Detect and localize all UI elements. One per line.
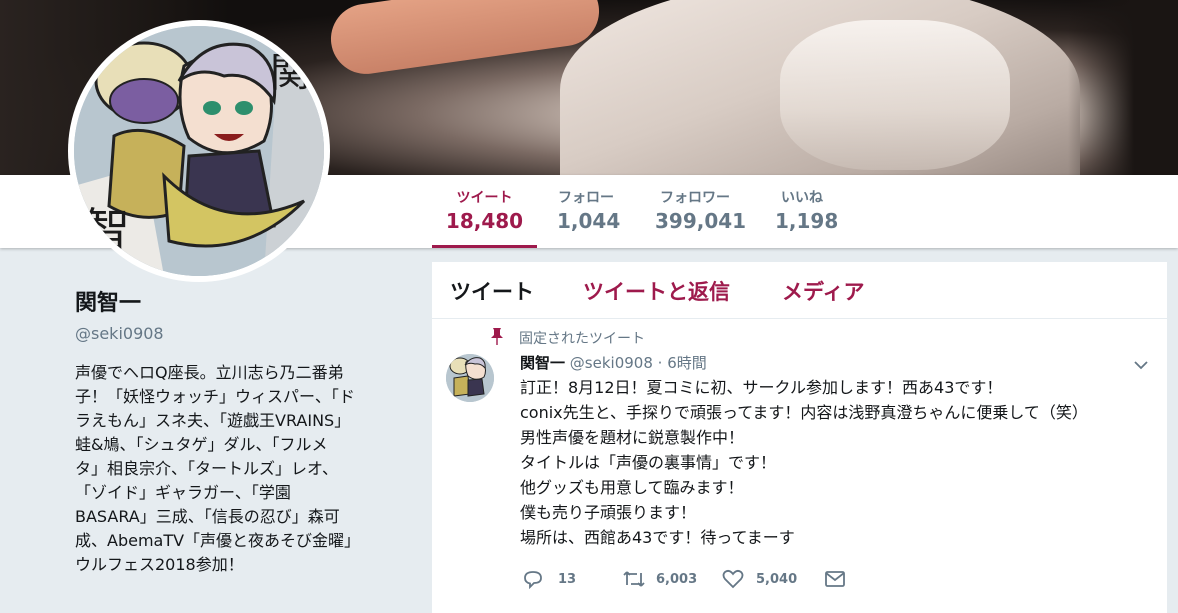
profile-card: 関智一 @seki0908 声優でヘロQ座長。立川志ら乃二番弟 子！「妖怪ウォッ… bbox=[75, 290, 395, 577]
tweet-line: conix先生と、手探りで頑張ってます！内容は浅野真澄ちゃんに便乗して（笑） bbox=[520, 403, 1088, 422]
tweet-line: 他グッズも用意して臨みます！ bbox=[520, 478, 744, 497]
tweet-time[interactable]: 6時間 bbox=[667, 354, 707, 372]
pinned-tweet[interactable]: 固定されたツイート 関智一 @seki0908 · 6時間 訂正！8月12日！夏… bbox=[432, 319, 1167, 613]
message-button[interactable] bbox=[824, 567, 846, 591]
bio-line: BASARA」三成、「信長の忍び」森可 bbox=[75, 507, 340, 526]
bio-line: タ」相良宗介、「タートルズ」レオ、 bbox=[75, 459, 339, 478]
profile-bio: 声優でヘロQ座長。立川志ら乃二番弟 子！「妖怪ウォッチ」ウィスパー、「ド ラえも… bbox=[75, 361, 393, 577]
stat-likes[interactable]: いいね 1,198 bbox=[763, 175, 841, 248]
retweet-count: 6,003 bbox=[656, 571, 698, 587]
stat-likes-value: 1,198 bbox=[775, 209, 839, 233]
stat-following[interactable]: フォロー 1,044 bbox=[545, 175, 627, 248]
profile-avatar[interactable]: 関 智 bbox=[68, 20, 330, 282]
bio-line: ラえもん」スネ夫、「遊戯王VRAINS」 bbox=[75, 411, 351, 430]
bio-line: 成、AbemaTV「声優と夜あそび金曜」 bbox=[75, 531, 361, 550]
tab-tweets-and-replies[interactable]: ツイートと返信 bbox=[583, 276, 730, 306]
bio-line: 子！「妖怪ウォッチ」ウィスパー、「ド bbox=[75, 387, 355, 406]
tweet-line: 僕も売り子頑張ります！ bbox=[520, 503, 697, 522]
like-count: 5,040 bbox=[756, 571, 798, 587]
reply-icon bbox=[524, 571, 542, 589]
stat-tweets[interactable]: ツイート 18,480 bbox=[432, 175, 537, 248]
tab-media[interactable]: メディア bbox=[782, 276, 865, 306]
stat-followers-label: フォロワー bbox=[660, 190, 730, 206]
bio-line: 蛙&鳩、「シュタゲ」ダル、「フルメ bbox=[75, 435, 328, 454]
pin-icon bbox=[491, 328, 503, 345]
tweet-text: 訂正！8月12日！夏コミに初、サークル参加します！西あ43です！ conix先生… bbox=[520, 375, 1160, 550]
avatar-illustration: 関 智 bbox=[74, 26, 324, 276]
stat-followers[interactable]: フォロワー 399,041 bbox=[643, 175, 747, 248]
tweet-line: 場所は、西館あ43です！待ってまーす bbox=[520, 528, 795, 547]
heart-icon bbox=[722, 569, 744, 589]
bio-line: ウルフェス2018参加！ bbox=[75, 555, 244, 574]
tweet-line: タイトルは「声優の裏事情」です！ bbox=[520, 453, 777, 472]
stat-tweets-label: ツイート bbox=[456, 190, 513, 206]
stat-following-label: フォロー bbox=[558, 190, 614, 206]
tweet-author-name[interactable]: 関智一 bbox=[520, 354, 565, 372]
timeline: ツイート ツイートと返信 メディア 固定されたツイート 関智一 @seki090… bbox=[432, 262, 1167, 613]
envelope-icon bbox=[825, 571, 845, 587]
tweet-header: 関智一 @seki0908 · 6時間 bbox=[520, 352, 707, 374]
reply-count: 13 bbox=[558, 571, 577, 587]
stat-tweets-value: 18,480 bbox=[445, 209, 524, 233]
tweet-avatar[interactable] bbox=[446, 354, 494, 402]
like-button[interactable]: 5,040 bbox=[722, 567, 797, 591]
retweet-button[interactable]: 6,003 bbox=[622, 567, 697, 591]
chevron-down-icon[interactable] bbox=[1133, 357, 1149, 373]
tab-tweets[interactable]: ツイート bbox=[450, 276, 534, 306]
retweet-icon bbox=[623, 571, 645, 587]
pinned-label: 固定されたツイート bbox=[519, 331, 645, 347]
profile-name[interactable]: 関智一 bbox=[75, 290, 395, 318]
stat-followers-value: 399,041 bbox=[655, 209, 747, 233]
stat-following-value: 1,044 bbox=[557, 209, 621, 233]
stat-likes-label: いいね bbox=[781, 190, 823, 206]
tweet-line: 訂正！8月12日！夏コミに初、サークル参加します！西あ43です！ bbox=[520, 378, 1003, 397]
tweet-author-handle[interactable]: @seki0908 bbox=[570, 354, 653, 372]
bio-line: 「ゾイド」ギャラガー、「学園 bbox=[75, 483, 291, 502]
bio-line: 声優でヘロQ座長。立川志ら乃二番弟 bbox=[75, 363, 344, 382]
tweet-separator: · bbox=[657, 354, 663, 372]
timeline-tabs: ツイート ツイートと返信 メディア bbox=[432, 262, 1167, 319]
tweet-line: 男性声優を題材に鋭意製作中！ bbox=[520, 428, 745, 447]
reply-button[interactable]: 13 bbox=[522, 567, 576, 591]
profile-handle[interactable]: @seki0908 bbox=[75, 324, 395, 343]
